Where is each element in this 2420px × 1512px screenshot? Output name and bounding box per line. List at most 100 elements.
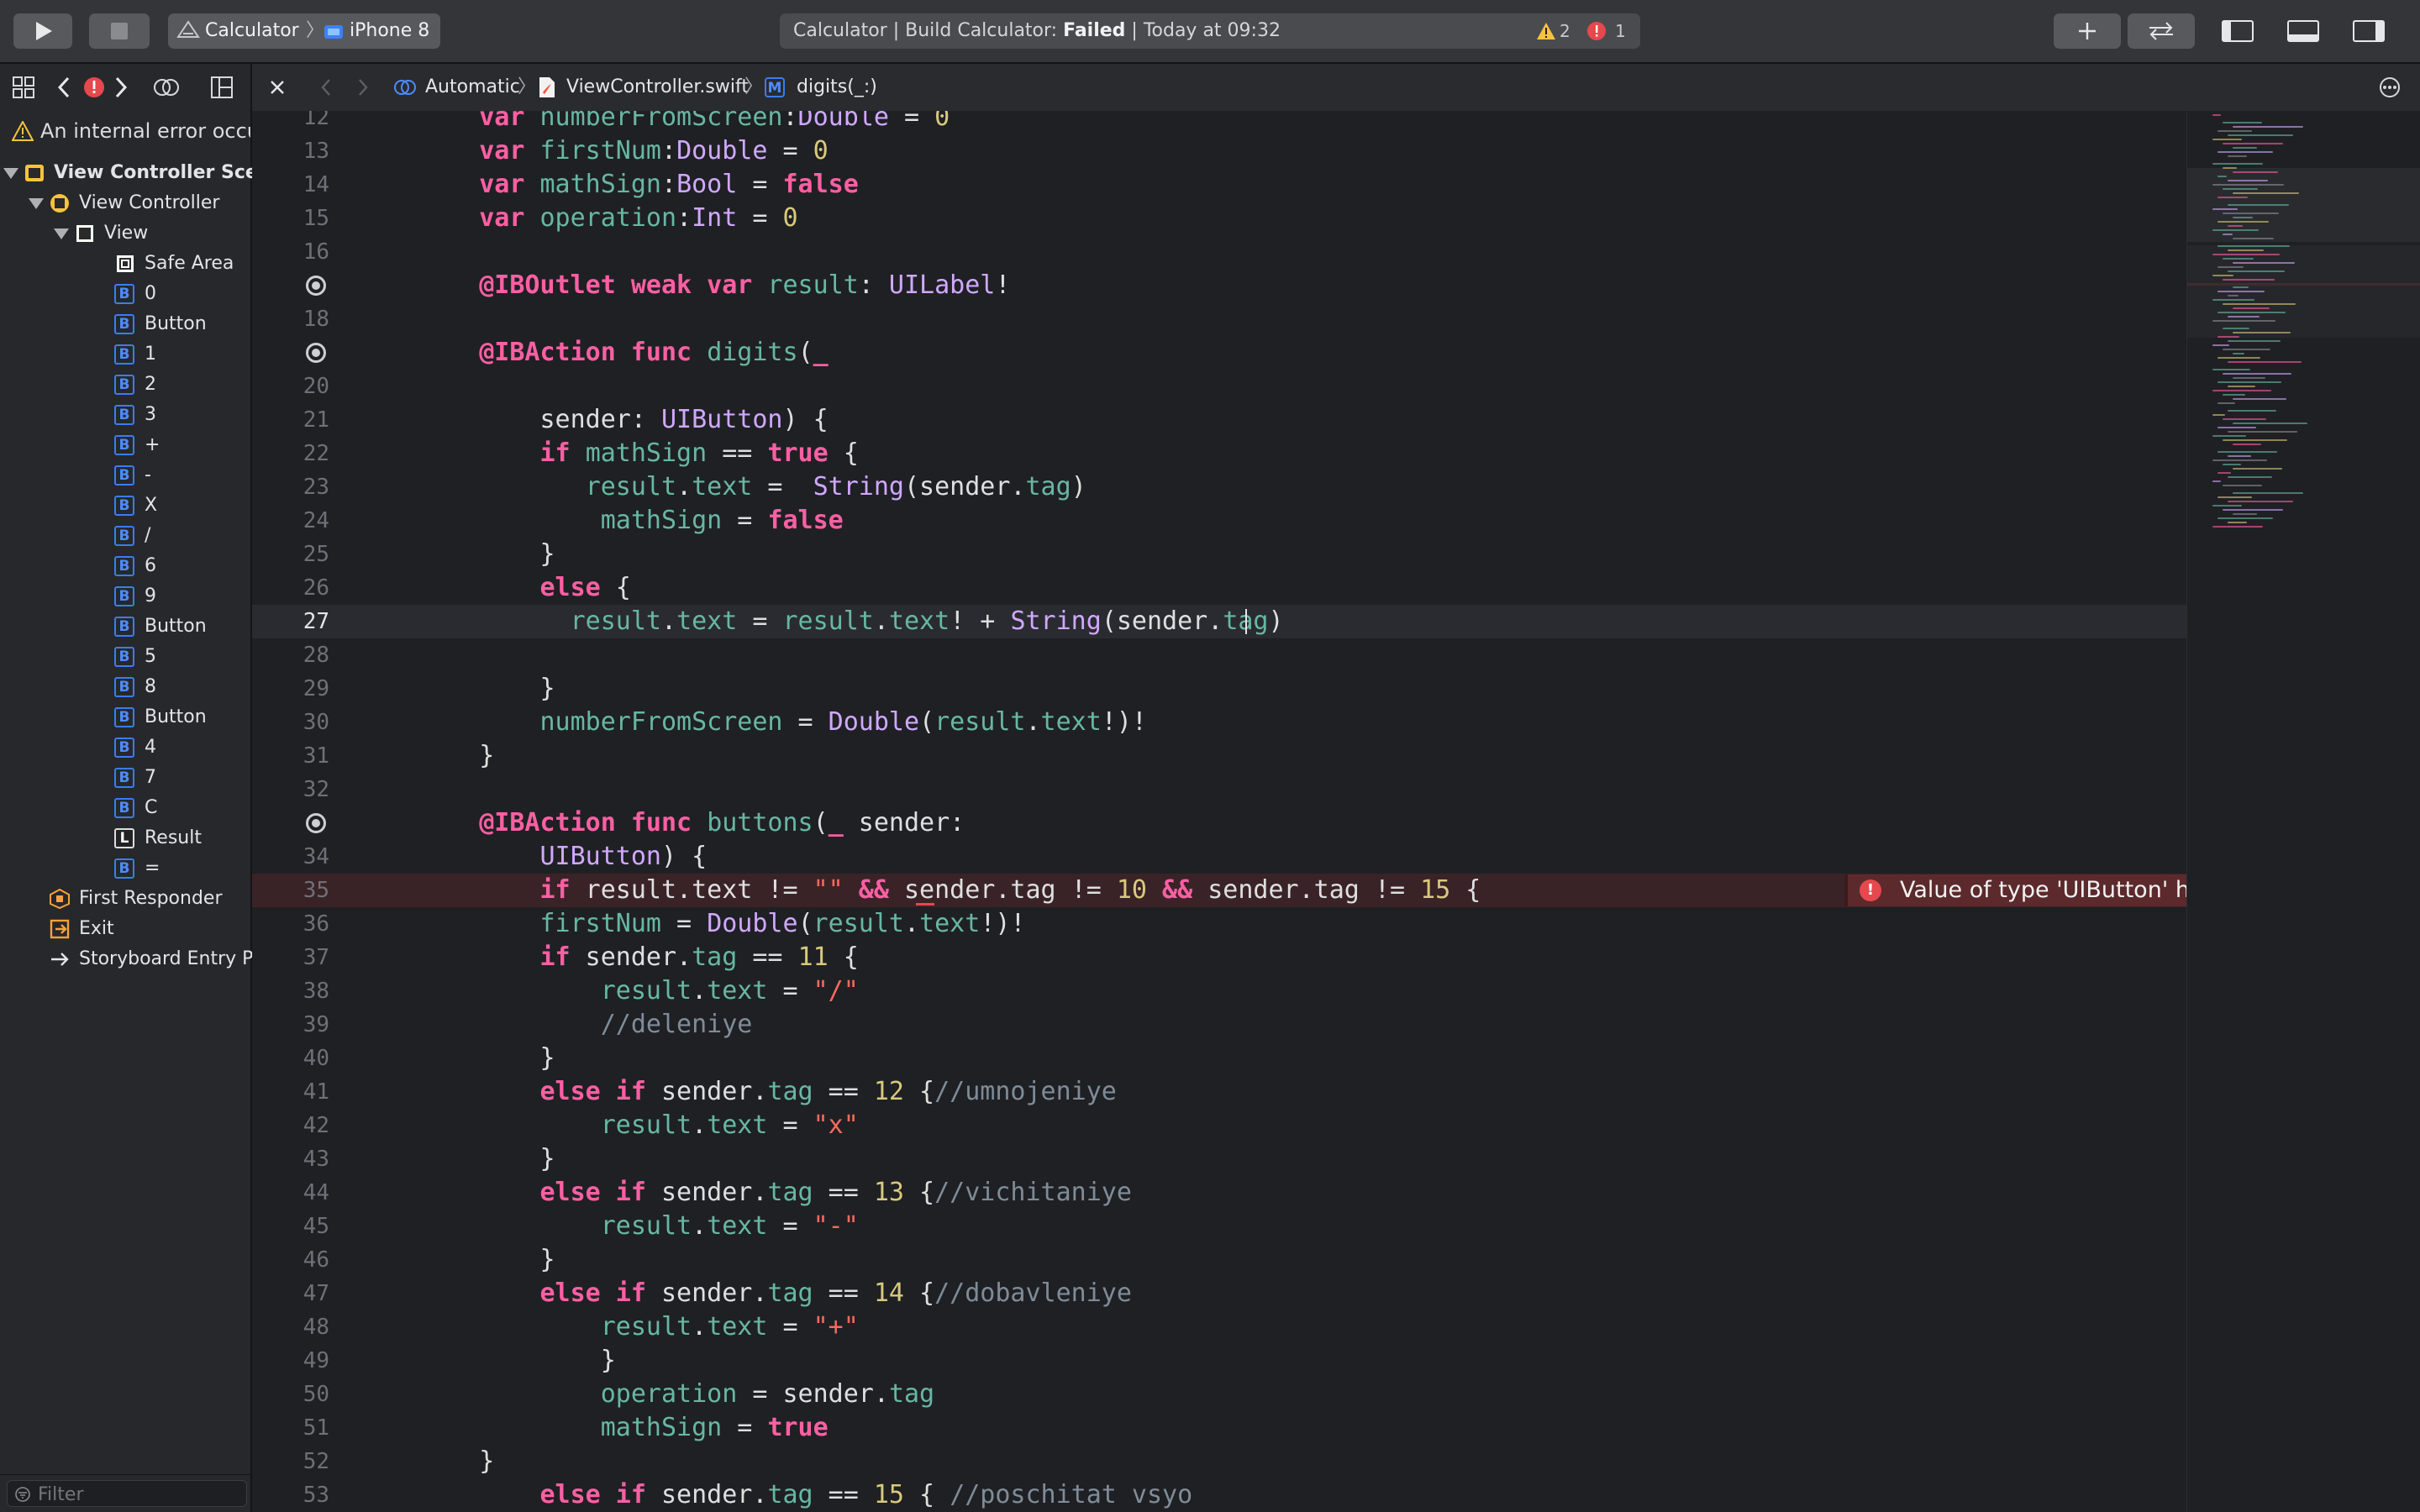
toggle-inspector-button[interactable] bbox=[2339, 13, 2398, 49]
code-line[interactable]: 29 } bbox=[252, 672, 2186, 706]
code-line[interactable]: @IBAction func buttons(_ sender: bbox=[252, 806, 2186, 840]
outline-item[interactable]: B Button bbox=[0, 702, 250, 732]
code-line[interactable]: 32 bbox=[252, 773, 2186, 806]
outline-item[interactable]: B4 bbox=[0, 732, 250, 763]
outline-item[interactable]: B7 bbox=[0, 763, 250, 793]
outline-item[interactable]: B1 bbox=[0, 339, 250, 370]
code-line[interactable]: 51 mathSign = true bbox=[252, 1411, 2186, 1445]
warning-count[interactable]: 2 bbox=[1560, 13, 1570, 49]
scheme-device-label[interactable]: iPhone 8 bbox=[350, 13, 429, 49]
outline-item[interactable]: B8 bbox=[0, 672, 250, 702]
outline-item[interactable]: B5 bbox=[0, 642, 250, 672]
code-review-button[interactable] bbox=[2128, 13, 2195, 49]
source-editor[interactable]: 12 var numberFromScreen:Double = 0 13 var… bbox=[252, 111, 2186, 1512]
chevron-left-icon[interactable] bbox=[55, 76, 72, 99]
code-line[interactable]: 42 result.text = "x" bbox=[252, 1109, 2186, 1142]
outline-item[interactable]: Exit bbox=[0, 914, 250, 944]
code-line[interactable]: 52 } bbox=[252, 1445, 2186, 1478]
code-line[interactable]: 30 numberFromScreen = Double(result.text… bbox=[252, 706, 2186, 739]
code-minimap[interactable] bbox=[2186, 111, 2420, 1512]
code-line[interactable]: 13 var firstNum:Double = 0 bbox=[252, 134, 2186, 168]
error-count[interactable]: 1 bbox=[1615, 13, 1626, 49]
code-line[interactable]: 48 result.text = "+" bbox=[252, 1310, 2186, 1344]
issue-error-icon[interactable] bbox=[82, 76, 106, 99]
code-line[interactable]: 15 var operation:Int = 0 bbox=[252, 202, 2186, 235]
code-line[interactable]: 53 else if sender.tag == 15 { //poschita… bbox=[252, 1478, 2186, 1512]
code-line[interactable]: 23 result.text = String(sender.tag) bbox=[252, 470, 2186, 504]
code-line[interactable]: 26 else { bbox=[252, 571, 2186, 605]
outline-item[interactable]: B0 bbox=[0, 279, 250, 309]
code-line[interactable]: 41 else if sender.tag == 12 {//umnojeniy… bbox=[252, 1075, 2186, 1109]
stop-button[interactable] bbox=[89, 13, 150, 49]
related-items-icon[interactable] bbox=[153, 76, 180, 99]
close-icon[interactable] bbox=[269, 79, 286, 96]
grid-icon[interactable] bbox=[12, 76, 35, 99]
code-line[interactable]: 16 bbox=[252, 235, 2186, 269]
outline-item[interactable]: First Responder bbox=[0, 884, 250, 914]
code-line[interactable]: 12 var numberFromScreen:Double = 0 bbox=[252, 111, 2186, 134]
code-line[interactable]: 25 } bbox=[252, 538, 2186, 571]
outline-item[interactable]: View Controller bbox=[0, 188, 250, 218]
inline-error-message[interactable]: ! Value of type 'UIButton' has no member… bbox=[1844, 874, 2186, 906]
outline-item[interactable]: B9 bbox=[0, 581, 250, 612]
code-line[interactable]: 40 } bbox=[252, 1042, 2186, 1075]
outline-item[interactable]: BC bbox=[0, 793, 250, 823]
toggle-debug-area-button[interactable] bbox=[2274, 13, 2333, 49]
outlet-connection-icon[interactable] bbox=[306, 343, 326, 363]
code-line[interactable]: 28 bbox=[252, 638, 2186, 672]
outline-item[interactable]: B2 bbox=[0, 370, 250, 400]
code-line[interactable]: 39 //deleniye bbox=[252, 1008, 2186, 1042]
code-line[interactable]: 45 result.text = "-" bbox=[252, 1210, 2186, 1243]
forward-chevron-icon[interactable] bbox=[356, 77, 370, 97]
error-icon[interactable] bbox=[1586, 21, 1607, 41]
code-line[interactable]: 24 mathSign = false bbox=[252, 504, 2186, 538]
outline-item[interactable]: B + bbox=[0, 430, 250, 460]
toggle-navigator-button[interactable] bbox=[2208, 13, 2267, 49]
add-editor-icon[interactable] bbox=[210, 76, 234, 99]
disclosure-triangle-icon[interactable] bbox=[54, 228, 69, 239]
filter-field[interactable] bbox=[7, 1480, 247, 1507]
navigator-error-bar[interactable]: An internal error occurred bbox=[0, 111, 250, 151]
library-add-button[interactable] bbox=[2054, 13, 2121, 49]
code-line[interactable]: 47 else if sender.tag == 14 {//dobavleni… bbox=[252, 1277, 2186, 1310]
filter-input[interactable] bbox=[36, 1483, 241, 1506]
code-line[interactable]: 34 UIButton) { bbox=[252, 840, 2186, 874]
code-line[interactable]: 46 } bbox=[252, 1243, 2186, 1277]
code-line[interactable]: @IBOutlet weak var result: UILabel! bbox=[252, 269, 2186, 302]
outlet-connection-icon[interactable] bbox=[306, 813, 326, 833]
outline-item[interactable]: B Button bbox=[0, 612, 250, 642]
chevron-right-icon[interactable] bbox=[113, 76, 129, 99]
code-line[interactable]: 31 } bbox=[252, 739, 2186, 773]
code-line[interactable]: 18 bbox=[252, 302, 2186, 336]
back-chevron-icon[interactable] bbox=[319, 77, 333, 97]
outline-item[interactable]: Storyboard Entry Point bbox=[0, 944, 288, 974]
outline-item[interactable]: View bbox=[0, 218, 250, 249]
outline-item[interactable]: B6 bbox=[0, 551, 250, 581]
code-line[interactable]: 21 sender: UIButton) { bbox=[252, 403, 2186, 437]
disclosure-triangle-icon[interactable] bbox=[29, 198, 44, 209]
jump-bar-method[interactable]: digits(_:) bbox=[797, 64, 877, 111]
code-line[interactable]: @IBAction func digits(_ bbox=[252, 336, 2186, 370]
outline-item[interactable]: B Button bbox=[0, 309, 250, 339]
more-options-icon[interactable] bbox=[2378, 77, 2402, 97]
jump-bar-mode[interactable]: Automatic bbox=[425, 64, 520, 111]
code-line[interactable]: 50 operation = sender.tag bbox=[252, 1378, 2186, 1411]
code-line[interactable]: 43 } bbox=[252, 1142, 2186, 1176]
code-line[interactable]: 22 if mathSign == true { bbox=[252, 437, 2186, 470]
scheme-selector[interactable]: Calculator 〉 iPhone 8 bbox=[168, 13, 440, 49]
code-line[interactable]: 37 if sender.tag == 11 { bbox=[252, 941, 2186, 974]
outline-item[interactable]: L Result bbox=[0, 823, 250, 853]
warning-icon[interactable] bbox=[1536, 22, 1556, 40]
outline-item[interactable]: B / bbox=[0, 521, 250, 551]
code-line[interactable]: 27 result.text = result.text! + String(s… bbox=[252, 605, 2186, 638]
outline-item[interactable]: BX bbox=[0, 491, 250, 521]
disclosure-triangle-icon[interactable] bbox=[3, 168, 18, 179]
code-line[interactable]: 44 else if sender.tag == 13 {//vichitani… bbox=[252, 1176, 2186, 1210]
code-line[interactable]: 38 result.text = "/" bbox=[252, 974, 2186, 1008]
outline-item[interactable]: View Controller Scene bbox=[0, 158, 283, 188]
jump-bar-file[interactable]: ViewController.swift bbox=[566, 64, 749, 111]
code-line[interactable]: 36 firstNum = Double(result.text!)! bbox=[252, 907, 2186, 941]
code-line[interactable]: 49 } bbox=[252, 1344, 2186, 1378]
scheme-project-label[interactable]: Calculator bbox=[205, 13, 299, 49]
outline-item[interactable]: B- bbox=[0, 460, 250, 491]
